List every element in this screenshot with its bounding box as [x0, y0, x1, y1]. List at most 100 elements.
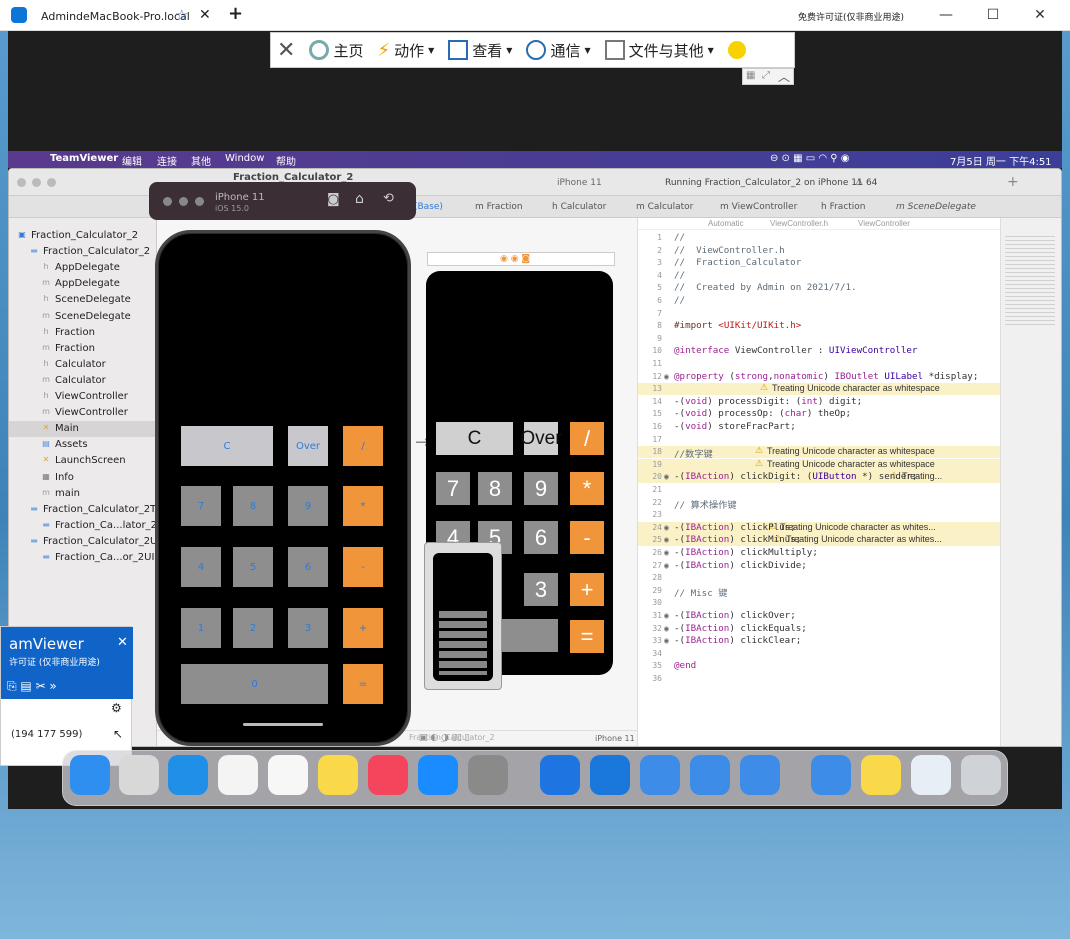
star-icon[interactable]: ☆: [175, 6, 188, 24]
rotate-icon[interactable]: ⟲: [383, 191, 394, 206]
close-session-button[interactable]: ✕: [277, 38, 295, 63]
outlet-connection-icon[interactable]: ◉: [664, 472, 669, 481]
storyboard-key[interactable]: /: [570, 422, 604, 455]
finder-icon[interactable]: [70, 755, 110, 795]
outlet-connection-icon[interactable]: ◉: [664, 561, 669, 570]
session-tab[interactable]: AdmindeMacBook-Pro.local ☆ ✕: [11, 4, 217, 29]
reminders-icon[interactable]: [268, 755, 308, 795]
navigator-item[interactable]: h Fraction: [9, 325, 157, 341]
traffic-light[interactable]: [17, 178, 26, 187]
launchpad-icon[interactable]: [119, 755, 159, 795]
outlet-connection-icon[interactable]: ◉: [664, 372, 669, 381]
traffic-light[interactable]: [195, 197, 204, 206]
calculator-key[interactable]: +: [343, 608, 383, 648]
fullscreen-icon[interactable]: ⤢: [762, 70, 770, 81]
breadcrumb-2[interactable]: ViewController: [858, 219, 910, 228]
tab-fraction-m[interactable]: m Fraction: [475, 202, 523, 212]
warning-annotation[interactable]: Treating Unicode character as whitespace: [753, 446, 935, 458]
system-preferences-icon[interactable]: [468, 755, 508, 795]
warning-annotation[interactable]: Treating Unicode character as whitespace: [758, 383, 940, 395]
warning-annotation[interactable]: Treating Unicode character as whitespace: [753, 459, 935, 471]
navigator-item[interactable]: ▬ Fraction_Ca...lator_2...: [9, 518, 166, 534]
home-icon[interactable]: ⌂: [355, 191, 364, 207]
calculator-key[interactable]: 7: [181, 486, 221, 526]
storyboard-key[interactable]: 9: [524, 472, 558, 505]
navigator-item[interactable]: ▦ Info: [9, 470, 157, 486]
outlet-connection-icon[interactable]: ◉: [664, 611, 669, 620]
communicate-button[interactable]: 通信 ▼: [526, 40, 591, 61]
calculator-key[interactable]: =: [343, 664, 383, 704]
storyboard-key[interactable]: 8: [478, 472, 512, 505]
ib-device[interactable]: iPhone 11: [595, 734, 635, 743]
files-button[interactable]: 文件与其他 ▼: [604, 40, 714, 61]
tab-viewcontroller[interactable]: m ViewController: [720, 202, 797, 212]
navigator-item[interactable]: ▬ Fraction_Calculator_2: [9, 244, 157, 260]
storyboard-key[interactable]: 7: [436, 472, 470, 505]
xcode-beta-icon[interactable]: [690, 755, 730, 795]
scheme-device[interactable]: iPhone 11: [557, 178, 602, 188]
teamviewer-icon[interactable]: [590, 755, 630, 795]
notes-icon[interactable]: [318, 755, 358, 795]
xcode-beta-icon[interactable]: [640, 755, 680, 795]
minimize-icon[interactable]: —: [936, 7, 956, 23]
navigator-item[interactable]: h ViewController: [9, 389, 157, 405]
navigator-item[interactable]: ▬ Fraction_Calculator_2U...: [9, 534, 167, 550]
safari-icon[interactable]: [168, 755, 208, 795]
traffic-light[interactable]: [47, 178, 56, 187]
storyboard-key[interactable]: C: [436, 422, 513, 455]
notes-icon[interactable]: [861, 755, 901, 795]
navigator-item[interactable]: ▬ Fraction_Calculator_2T...: [9, 502, 164, 518]
outlet-connection-icon[interactable]: ◉: [664, 636, 669, 645]
calculator-key[interactable]: 2: [233, 608, 273, 648]
navigator-item[interactable]: m SceneDelegate: [9, 309, 157, 325]
warning-count[interactable]: ⚠ 64: [855, 178, 877, 188]
navigator-item[interactable]: m Calculator: [9, 373, 157, 389]
tab-scenedelegate[interactable]: m SceneDelegate: [896, 202, 976, 212]
calculator-key[interactable]: 0: [181, 664, 328, 704]
close-tab-icon[interactable]: ✕: [199, 7, 211, 23]
navigator-item[interactable]: ✕ Main: [9, 421, 157, 438]
navigator-item[interactable]: m Fraction: [9, 341, 157, 357]
storyboard-key[interactable]: 6: [524, 521, 558, 554]
storyboard-key[interactable]: +: [570, 573, 604, 606]
navigator-item[interactable]: h SceneDelegate: [9, 292, 157, 308]
storyboard-key[interactable]: -: [570, 521, 604, 554]
panel-close-icon[interactable]: ✕: [117, 635, 128, 650]
menu-teamviewer[interactable]: TeamViewer: [50, 153, 118, 164]
calculator-key[interactable]: C: [181, 426, 273, 466]
storyboard-key[interactable]: Over: [520, 422, 562, 455]
outlet-connection-icon[interactable]: ◉: [664, 523, 669, 532]
outlet-connection-icon[interactable]: ◉: [664, 548, 669, 557]
calculator-key[interactable]: Over: [288, 426, 328, 466]
trash-icon[interactable]: [961, 755, 1001, 795]
calculator-key[interactable]: 8: [233, 486, 273, 526]
navigator-item[interactable]: m main: [9, 486, 157, 502]
navigator-item[interactable]: ▬ Fraction_Ca...or_2UI...: [9, 550, 164, 566]
screenshot-icon[interactable]: ◙: [327, 192, 340, 207]
xcode-icon[interactable]: [811, 755, 851, 795]
storyboard-key[interactable]: 3: [524, 573, 558, 606]
breadcrumb-1[interactable]: ViewController.h: [770, 219, 828, 228]
calculator-key[interactable]: -: [343, 547, 383, 587]
xcode-beta-icon[interactable]: [740, 755, 780, 795]
actions-button[interactable]: ⚡ 动作 ▼: [377, 40, 434, 61]
menu-edit[interactable]: 编辑: [122, 153, 142, 168]
navigator-item[interactable]: ▤ Assets: [9, 437, 157, 453]
menu-window[interactable]: Window: [225, 153, 264, 164]
tab-base[interactable]: (Base): [414, 202, 443, 212]
calculator-key[interactable]: 6: [288, 547, 328, 587]
filter-field[interactable]: Fraction_Calculator_2: [409, 733, 495, 742]
traffic-light[interactable]: [32, 178, 41, 187]
navigator-item[interactable]: ✕ LaunchScreen: [9, 453, 157, 469]
navigator-item[interactable]: h AppDelegate: [9, 260, 157, 276]
navigator-item[interactable]: h Calculator: [9, 357, 157, 373]
traffic-light[interactable]: [179, 197, 188, 206]
code-editor[interactable]: Automatic ViewController.h ViewControlle…: [637, 218, 1047, 746]
calculator-key[interactable]: /: [343, 426, 383, 466]
menu-other[interactable]: 其他: [191, 153, 211, 168]
storyboard-key[interactable]: =: [570, 620, 604, 653]
add-icon[interactable]: +: [1007, 174, 1019, 190]
tab-fraction-h[interactable]: h Fraction: [821, 202, 866, 212]
storyboard-key[interactable]: *: [570, 472, 604, 505]
menu-connect[interactable]: 连接: [157, 153, 177, 168]
